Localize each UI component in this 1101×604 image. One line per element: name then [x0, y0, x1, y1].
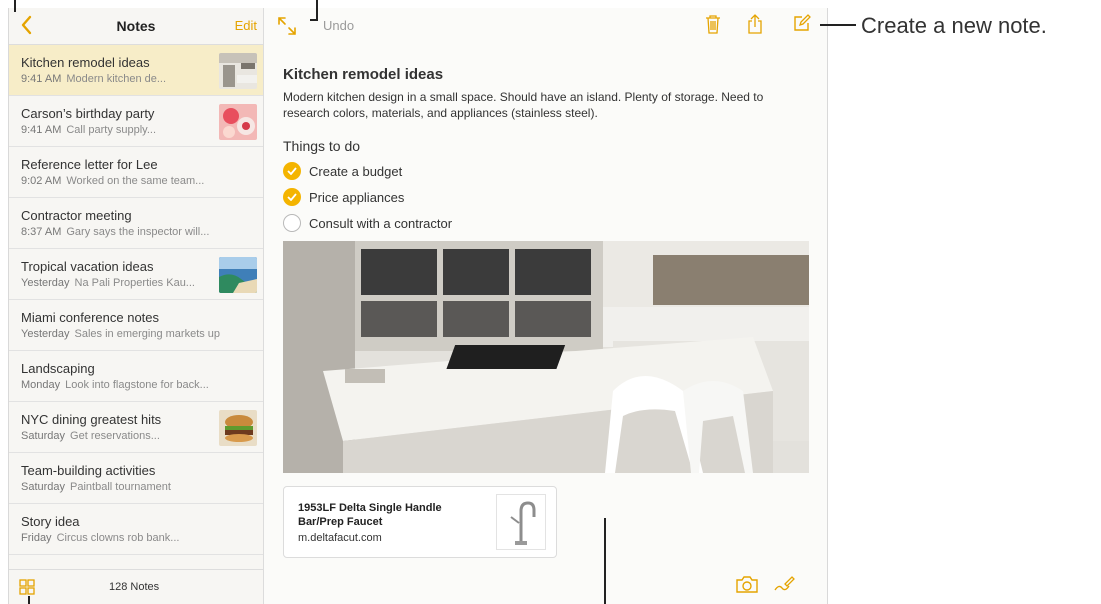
trash-icon[interactable]: [704, 13, 722, 35]
note-item-title: Carson’s birthday party: [21, 106, 155, 121]
sketch-icon[interactable]: [773, 574, 795, 594]
note-item-subtitle: 9:02 AM Worked on the same team...: [21, 175, 204, 187]
note-list-item[interactable]: Landscaping Monday Look into flagstone fo…: [9, 351, 263, 402]
note-item-preview: Sales in emerging markets up: [74, 328, 221, 340]
note-body[interactable]: Modern kitchen design in a small space. …: [283, 89, 793, 121]
link-preview-card[interactable]: 1953LF Delta Single Handle Bar/Prep Fauc…: [283, 486, 557, 558]
checklist-item-label: Price appliances: [309, 189, 405, 205]
notes-list: Kitchen remodel ideas 9:41 AM Modern kitc…: [9, 45, 263, 555]
note-item-time: Monday: [21, 379, 61, 391]
note-list-item[interactable]: NYC dining greatest hits Saturday Get res…: [9, 402, 263, 453]
expand-icon[interactable]: [276, 15, 298, 37]
note-item-time: 9:41 AM: [21, 73, 62, 85]
note-item-subtitle: Yesterday Na Pali Properties Kau...: [21, 277, 195, 289]
note-list-item[interactable]: Team-building activities Saturday Paintba…: [9, 453, 263, 504]
callout-line-bottom-left: [28, 596, 30, 604]
note-item-time: 8:37 AM: [21, 226, 62, 238]
link-url: m.deltafacut.com: [298, 532, 382, 544]
beach-thumbnail: [219, 257, 257, 293]
note-item-preview: Worked on the same team...: [66, 175, 205, 187]
undo-button[interactable]: Undo: [323, 18, 354, 33]
checked-circle-icon[interactable]: [283, 188, 301, 206]
callout-line-top-left: [14, 0, 16, 12]
checked-circle-icon[interactable]: [283, 162, 301, 180]
note-item-subtitle: 9:41 AM Call party supply...: [21, 124, 156, 136]
notes-count: 128 Notes: [109, 581, 160, 593]
sidebar-title: Notes: [116, 18, 156, 34]
note-item-title: Team-building activities: [21, 463, 156, 478]
note-list-item[interactable]: Kitchen remodel ideas 9:41 AM Modern kitc…: [9, 45, 263, 96]
note-item-time: Yesterday: [21, 277, 70, 289]
sidebar-footer: 128 Notes: [9, 569, 263, 604]
note-item-subtitle: 9:41 AM Modern kitchen de...: [21, 73, 166, 85]
note-item-time: Saturday: [21, 481, 66, 493]
faucet-thumbnail: [496, 494, 546, 550]
create-note-callout: Create a new note.: [861, 13, 1047, 38]
callout-line-top-center-tick: [310, 19, 318, 21]
note-item-subtitle: Yesterday Sales in emerging markets up: [21, 328, 220, 340]
edit-button[interactable]: Edit: [235, 18, 257, 33]
note-item-time: Saturday: [21, 430, 66, 442]
note-list-item[interactable]: Contractor meeting 8:37 AM Gary says the …: [9, 198, 263, 249]
share-icon[interactable]: [746, 13, 764, 35]
note-item-time: 9:02 AM: [21, 175, 62, 187]
checklist-item-label: Create a budget: [309, 163, 403, 179]
note-item-title: Landscaping: [21, 361, 95, 376]
sidebar-header: Notes Edit: [9, 8, 263, 45]
note-item-preview: Paintball tournament: [70, 481, 171, 493]
note-item-preview: Circus clowns rob bank...: [56, 532, 180, 544]
checklist-item-label: Consult with a contractor: [309, 215, 453, 231]
checklist-heading[interactable]: Things to do: [283, 138, 360, 154]
kitchen-photo[interactable]: [283, 241, 809, 473]
callout-line-bottom: [604, 518, 606, 604]
note-item-time: Friday: [21, 532, 52, 544]
note-item-title: Reference letter for Lee: [21, 157, 158, 172]
callout-line-create-note: [820, 24, 856, 26]
callout-line-top-center: [316, 0, 318, 20]
checklist-item[interactable]: Consult with a contractor: [283, 214, 452, 232]
cupcakes-thumbnail: [219, 104, 257, 140]
note-item-subtitle: Monday Look into flagstone for back...: [21, 379, 209, 391]
checklist-item[interactable]: Create a budget: [283, 162, 402, 180]
checklist-item[interactable]: Price appliances: [283, 188, 404, 206]
note-item-subtitle: Saturday Paintball tournament: [21, 481, 171, 493]
note-item-time: Yesterday: [21, 328, 70, 340]
note-item-time: 9:41 AM: [21, 124, 62, 136]
note-list-item[interactable]: Reference letter for Lee 9:02 AM Worked o…: [9, 147, 263, 198]
kitchen-thumbnail: [219, 53, 257, 89]
note-item-preview: Gary says the inspector will...: [66, 226, 210, 238]
note-item-preview: Call party supply...: [66, 124, 157, 136]
note-item-title: Tropical vacation ideas: [21, 259, 154, 274]
link-title: 1953LF Delta Single Handle Bar/Prep Fauc…: [298, 502, 442, 528]
note-item-preview: Modern kitchen de...: [66, 73, 167, 85]
note-item-title: Kitchen remodel ideas: [21, 55, 150, 70]
note-list-item[interactable]: Miami conference notes Yesterday Sales in…: [9, 300, 263, 351]
note-item-subtitle: Saturday Get reservations...: [21, 430, 160, 442]
note-item-preview: Na Pali Properties Kau...: [74, 277, 195, 289]
note-item-title: Contractor meeting: [21, 208, 132, 223]
note-item-subtitle: Friday Circus clowns rob bank...: [21, 532, 179, 544]
notes-sidebar: Notes Edit Kitchen remodel ideas 9:41 AM…: [9, 8, 264, 604]
ipad-screen: Notes Edit Kitchen remodel ideas 9:41 AM…: [8, 8, 828, 604]
burger-thumbnail: [219, 410, 257, 446]
note-item-preview: Get reservations...: [70, 430, 160, 442]
note-item-title: Miami conference notes: [21, 310, 160, 325]
note-item-preview: Look into flagstone for back...: [65, 379, 209, 391]
note-editor: Undo Kitchen remodel ideas Modern kitche…: [264, 8, 827, 604]
note-item-title: NYC dining greatest hits: [21, 412, 162, 427]
note-list-item[interactable]: Tropical vacation ideas Yesterday Na Pali…: [9, 249, 263, 300]
note-list-item[interactable]: Carson’s birthday party 9:41 AM Call part…: [9, 96, 263, 147]
compose-icon[interactable]: [792, 13, 812, 33]
note-list-item[interactable]: Story idea Friday Circus clowns rob bank.…: [9, 504, 263, 555]
camera-icon[interactable]: [735, 574, 759, 594]
note-item-title: Story idea: [21, 514, 80, 529]
note-item-subtitle: 8:37 AM Gary says the inspector will...: [21, 226, 209, 238]
unchecked-circle-icon[interactable]: [283, 214, 301, 232]
attachments-grid-icon[interactable]: [19, 579, 35, 595]
note-title[interactable]: Kitchen remodel ideas: [283, 66, 443, 83]
